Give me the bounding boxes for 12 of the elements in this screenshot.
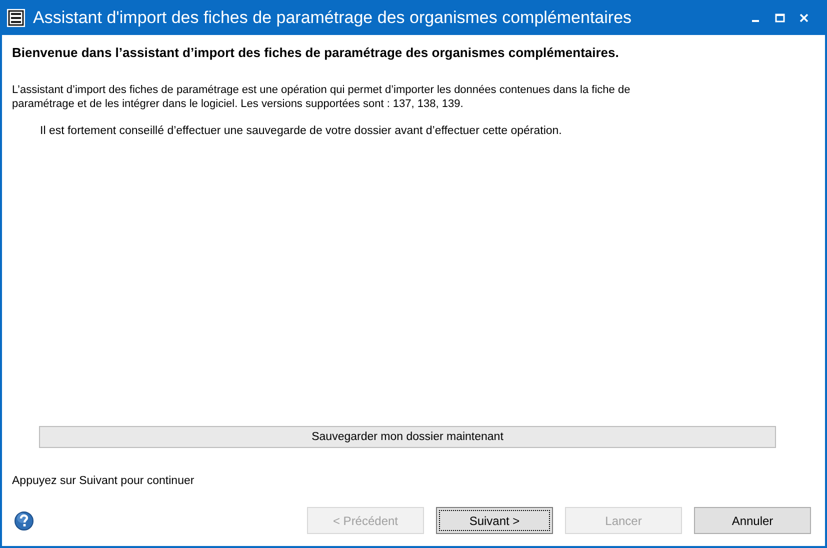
wizard-button[interactable]: Annuler xyxy=(694,507,811,534)
save-folder-button[interactable]: Sauvegarder mon dossier maintenant xyxy=(39,426,776,448)
list-icon xyxy=(7,8,25,26)
wizard-heading: Bienvenue dans l’assistant d’import des fiches de paramétrage des organismes complémentaires. xyxy=(12,45,620,60)
close-icon[interactable] xyxy=(799,12,809,22)
instruction-text: Appuyez sur Suivant pour continuer xyxy=(12,475,196,487)
advice-text: Il est fortement conseillé d’effectuer une sauvegarde de votre dossier avant d’effectuer cette opération. xyxy=(40,125,563,137)
maximize-icon[interactable] xyxy=(775,12,785,22)
description-text: L’assistant d’import des fiches de paramétrage est une opération qui permet d’importer les données contenues dans la fiche de paramétrage et de les intégrer dans le logiciel. Les versions supportées sont : 137, 138, 139. xyxy=(12,83,632,111)
help-icon[interactable] xyxy=(14,510,34,530)
window-title: Assistant d'import des fiches de paramétrage des organismes complémentaires xyxy=(33,8,633,28)
wizard-button[interactable]: Suivant > xyxy=(436,507,553,534)
